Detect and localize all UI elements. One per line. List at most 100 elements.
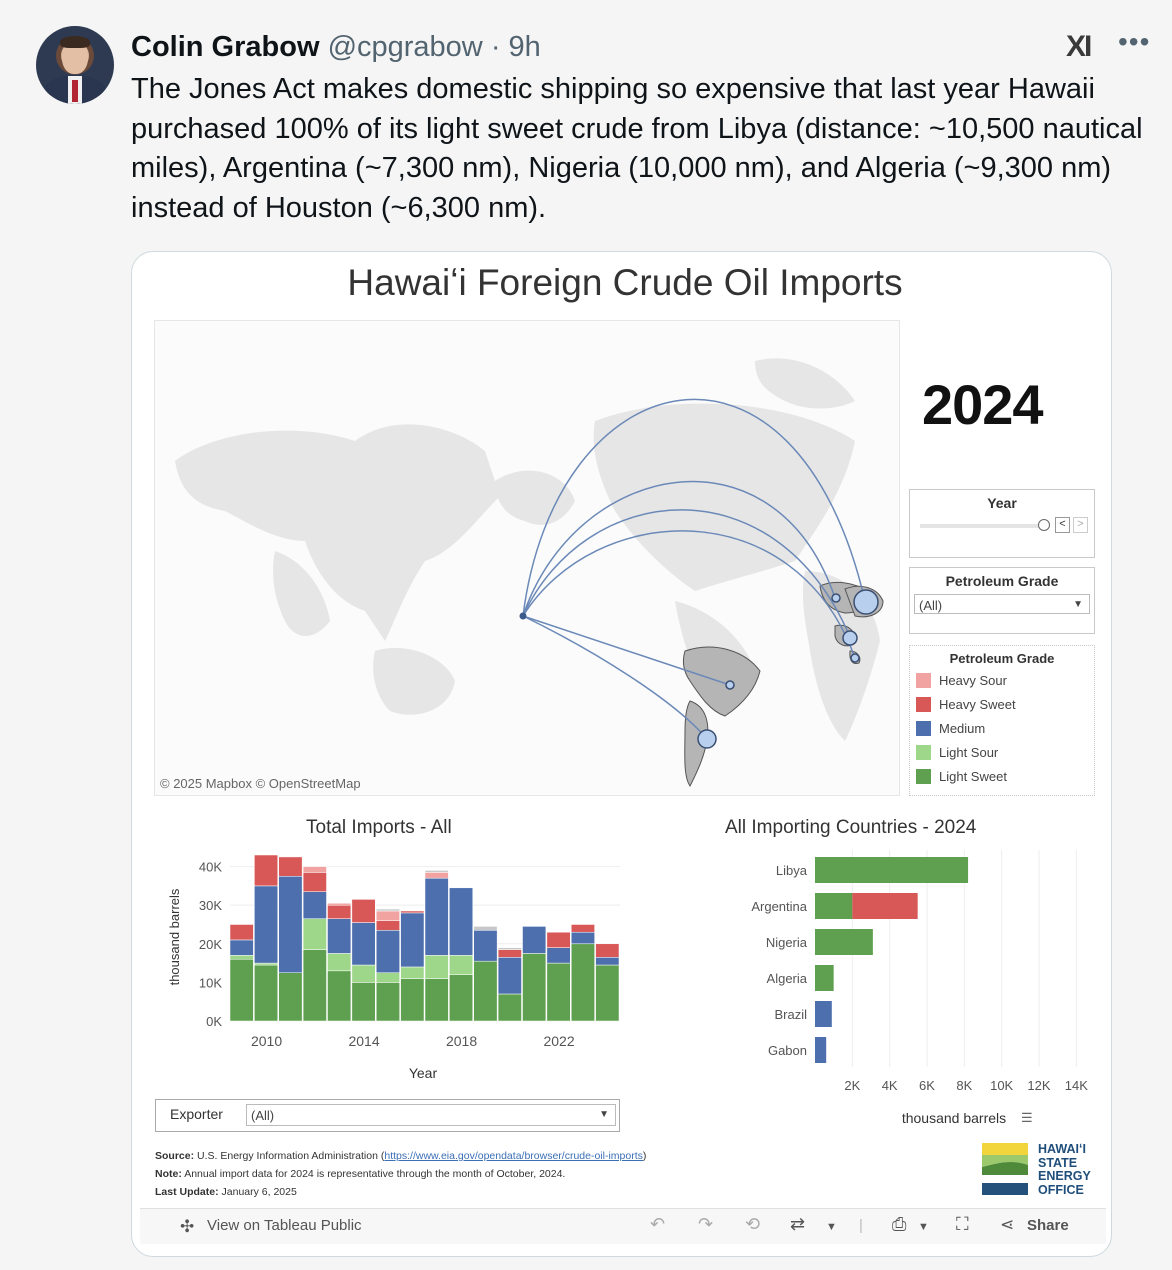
- bar-segment[interactable]: [302, 891, 327, 919]
- bar-segment[interactable]: [278, 875, 303, 973]
- bar-segment[interactable]: [376, 982, 400, 1022]
- bar-segment[interactable]: [351, 899, 376, 923]
- bar-segment[interactable]: [595, 964, 620, 1022]
- bar-segment[interactable]: [254, 885, 278, 964]
- share-button[interactable]: Share: [1027, 1217, 1069, 1234]
- grok-icon[interactable]: XI: [1066, 30, 1092, 64]
- bar-segment[interactable]: [424, 978, 449, 1022]
- chevron-down-icon[interactable]: ▼: [918, 1221, 929, 1233]
- bar-segment[interactable]: [327, 918, 352, 954]
- bar-segment[interactable]: [376, 910, 400, 921]
- bar-segment[interactable]: [376, 908, 400, 912]
- bar-segment[interactable]: [497, 949, 522, 958]
- bar-segment[interactable]: [351, 964, 376, 983]
- bar-segment[interactable]: [449, 955, 473, 975]
- bar-segment[interactable]: [595, 943, 620, 958]
- bar-segment[interactable]: [449, 887, 473, 956]
- bar-segment[interactable]: [327, 953, 352, 972]
- bar-segment[interactable]: [424, 870, 449, 873]
- bar-segment[interactable]: [376, 972, 400, 983]
- bar-segment[interactable]: [424, 872, 449, 879]
- bar-segment[interactable]: [449, 974, 473, 1022]
- total-imports-chart[interactable]: 40K 30K 20K 10K 0K 2010 2014 2018 2022 Year thousa…: [155, 845, 625, 1085]
- bar-segment[interactable]: [302, 866, 327, 873]
- bar-segment[interactable]: [522, 953, 547, 1022]
- bar-segment[interactable]: [400, 910, 425, 914]
- bar-segment[interactable]: [400, 978, 425, 1022]
- bar-segment[interactable]: [815, 893, 853, 919]
- legend-item[interactable]: Heavy Sweet: [910, 692, 1094, 716]
- year-next-icon[interactable]: >: [1073, 517, 1088, 533]
- bar-segment[interactable]: [815, 1037, 827, 1063]
- legend-item[interactable]: Heavy Sour: [910, 668, 1094, 692]
- undo-icon[interactable]: ↶: [650, 1214, 665, 1235]
- refresh-icon[interactable]: ⇄: [790, 1214, 805, 1235]
- bar-segment[interactable]: [376, 920, 400, 931]
- bar-segment[interactable]: [473, 930, 498, 962]
- bar-segment[interactable]: [473, 960, 498, 1022]
- tweet-time[interactable]: 9h: [509, 31, 541, 63]
- bar-segment[interactable]: [278, 972, 303, 1022]
- bar-segment[interactable]: [815, 965, 834, 991]
- bar-segment[interactable]: [327, 904, 352, 919]
- bar-segment[interactable]: [351, 922, 376, 966]
- bar-segment[interactable]: [424, 877, 449, 956]
- bar-segment[interactable]: [497, 947, 522, 950]
- countries-chart[interactable]: 2K 4K 6K 8K 10K 12K 14K Libya Argentina Nigeria Al…: [720, 845, 1105, 1135]
- bar-segment[interactable]: [522, 926, 547, 954]
- bar-segment[interactable]: [229, 958, 254, 1022]
- bar-segment[interactable]: [229, 924, 254, 941]
- bar-segment[interactable]: [327, 903, 352, 906]
- bar-segment[interactable]: [595, 957, 620, 966]
- source-link[interactable]: https://www.eia.gov/opendata/browser/cru…: [384, 1150, 643, 1162]
- bar-segment[interactable]: [376, 930, 400, 973]
- bar-segment[interactable]: [815, 857, 969, 883]
- bar-segment[interactable]: [254, 854, 278, 887]
- bar-segment[interactable]: [815, 929, 873, 955]
- bar-segment[interactable]: [546, 962, 571, 1022]
- legend-item[interactable]: Light Sweet: [910, 764, 1094, 788]
- bar-segment[interactable]: [424, 955, 449, 979]
- bar-segment[interactable]: [852, 893, 918, 919]
- legend-item[interactable]: Medium: [910, 716, 1094, 740]
- year-slider-track[interactable]: [920, 524, 1044, 528]
- bar-segment[interactable]: [327, 970, 352, 1022]
- bar-segment[interactable]: [229, 955, 254, 960]
- bar-segment[interactable]: [278, 856, 303, 877]
- bar-segment[interactable]: [497, 993, 522, 1022]
- year-filter[interactable]: Year < >: [909, 489, 1095, 558]
- bar-segment[interactable]: [254, 962, 278, 966]
- bar-segment[interactable]: [473, 926, 498, 931]
- exporter-select[interactable]: (All) ▼: [246, 1104, 616, 1126]
- bar-segment[interactable]: [302, 949, 327, 1022]
- bar-segment[interactable]: [351, 982, 376, 1022]
- redo-icon[interactable]: ↷: [698, 1214, 713, 1235]
- legend-item[interactable]: Light Sour: [910, 740, 1094, 764]
- bar-segment[interactable]: [546, 947, 571, 964]
- bar-segment[interactable]: [254, 964, 278, 1022]
- download-icon[interactable]: ⎙: [892, 1214, 906, 1235]
- fullscreen-icon[interactable]: ⛶: [956, 1214, 969, 1235]
- bar-segment[interactable]: [302, 872, 327, 892]
- bar-segment[interactable]: [571, 943, 595, 1022]
- share-icon[interactable]: ⋖: [1000, 1215, 1014, 1235]
- bar-segment[interactable]: [302, 918, 327, 950]
- author-handle[interactable]: @cpgrabow: [328, 31, 483, 63]
- bar-segment[interactable]: [229, 939, 254, 956]
- bar-segment[interactable]: [571, 931, 595, 945]
- bar-segment[interactable]: [571, 924, 595, 933]
- bar-segment[interactable]: [400, 966, 425, 979]
- bar-segment[interactable]: [400, 912, 425, 968]
- view-on-tableau-link[interactable]: View on Tableau Public: [207, 1217, 362, 1234]
- more-options-icon[interactable]: •••: [1118, 26, 1150, 58]
- grade-select[interactable]: (All) ▼: [914, 594, 1090, 614]
- author-name[interactable]: Colin Grabow: [131, 31, 320, 63]
- bar-segment[interactable]: [546, 931, 571, 948]
- author-avatar[interactable]: [36, 26, 114, 104]
- sort-icon[interactable]: ☰: [1021, 1110, 1033, 1126]
- year-slider-handle[interactable]: [1038, 519, 1050, 531]
- bar-segment[interactable]: [815, 1001, 832, 1027]
- world-map[interactable]: [154, 320, 900, 796]
- revert-icon[interactable]: ⟲: [745, 1214, 760, 1235]
- bar-segment[interactable]: [497, 957, 522, 995]
